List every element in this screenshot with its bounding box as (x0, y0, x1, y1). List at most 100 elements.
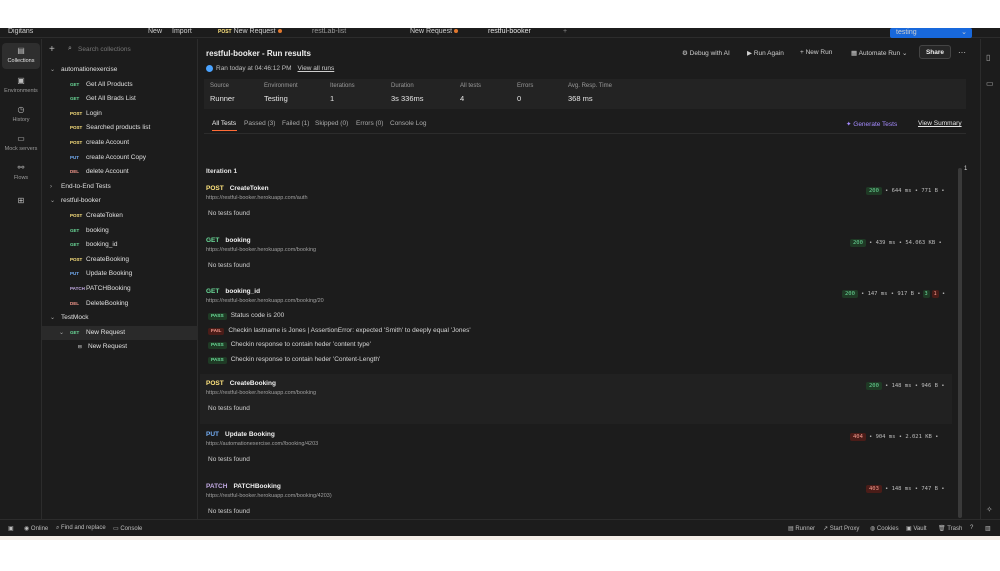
sidebar-request[interactable]: GET booking (42, 224, 198, 238)
tab-runner-results[interactable]: restful-booker (488, 28, 531, 35)
docs-icon[interactable]: ▯ (986, 53, 990, 62)
sidebar-request[interactable]: PUT create Account Copy (42, 151, 198, 165)
sidebar-request[interactable]: POST create Account (42, 136, 198, 150)
request-result[interactable]: GET booking https://restful-booker.herokua… (200, 231, 952, 281)
new-run-button[interactable]: + New Run (800, 49, 832, 56)
more-dot-icon[interactable]: • (938, 188, 944, 194)
rail-configure[interactable]: ⊞ (2, 193, 40, 219)
request-result[interactable]: POST CreateBooking https://restful-booker.… (200, 373, 952, 424)
chevron-down-icon[interactable]: ⌄ (50, 194, 55, 208)
more-dot-icon[interactable]: • (932, 434, 938, 440)
tab-request-1[interactable]: POST New Request (218, 28, 282, 35)
debug-with-ai-button[interactable]: ⚙ Debug with AI (682, 49, 730, 57)
rail-collections[interactable]: ▤ Collections (2, 43, 40, 69)
more-dot-icon[interactable]: • (935, 240, 941, 246)
results-scrollbar[interactable] (958, 168, 962, 518)
automate-run-button[interactable]: ▦ Automate Run ⌄ (851, 49, 907, 57)
more-dot-icon[interactable]: • (938, 486, 944, 492)
ai-icon[interactable]: ✧ (986, 505, 993, 514)
sidebar-request[interactable]: POST CreateToken (42, 209, 198, 223)
more-options-icon[interactable]: ⋯ (958, 48, 966, 57)
workspace-name[interactable]: Digitans (8, 28, 33, 35)
sidebar-request[interactable]: DEL delete Account (42, 165, 198, 179)
request-label: delete Account (86, 168, 129, 176)
runner-button[interactable]: ▤ Runner (788, 525, 815, 532)
sidebar-request[interactable]: POST Login (42, 107, 198, 121)
share-button[interactable]: Share (919, 45, 951, 59)
sidebar-request[interactable]: GET Get All Brads List (42, 92, 198, 106)
test-name: Checkin response to contain heder 'Conte… (230, 355, 381, 363)
summary-all-tests: All tests 4 (460, 83, 482, 103)
response-size: 917 B (897, 291, 914, 297)
sparkle-icon: ✦ (846, 121, 852, 128)
cookies-button[interactable]: ◍ Cookies (870, 525, 899, 532)
sidebar-folder[interactable]: ⌄ restful-booker (42, 194, 198, 208)
test-result: PASS Status code is 200 (208, 312, 284, 320)
request-result[interactable]: PATCH PATCHBooking https://restful-booker.… (200, 477, 952, 520)
add-tab-icon[interactable]: + (563, 28, 567, 35)
sidebar-request[interactable]: PATCH PATCHBooking (42, 282, 198, 296)
tab-all-tests[interactable]: All Tests (212, 120, 236, 127)
iteration-page-indicator[interactable]: 1 (964, 166, 967, 172)
sidebar-folder[interactable]: › End-to-End Tests (42, 180, 198, 194)
sidebar-request[interactable]: GET booking_id (42, 238, 198, 252)
tab-passed[interactable]: Passed (3) (244, 120, 275, 127)
method-badge: GET (70, 227, 80, 233)
sidebar-request[interactable]: POST Searched products list (42, 121, 198, 135)
run-again-button[interactable]: ▶ Run Again (747, 49, 784, 57)
request-result[interactable]: GET booking_id https://restful-booker.hero… (200, 282, 952, 372)
console-button[interactable]: ▭ Console (113, 525, 142, 532)
sidebar-folder[interactable]: ⌄ automationexercise (42, 63, 198, 77)
start-proxy-button[interactable]: ↗ Start Proxy (823, 525, 859, 532)
sidebar-request[interactable]: DEL DeleteBooking (42, 297, 198, 311)
new-button[interactable]: New (148, 28, 162, 35)
view-summary-link[interactable]: View Summary (918, 120, 962, 127)
chevron-right-icon[interactable]: › (50, 180, 52, 194)
help-icon[interactable]: ? (970, 525, 973, 531)
test-name: Status code is 200 (230, 312, 285, 319)
sidebar-folder[interactable]: ⌄ TestMock (42, 311, 198, 325)
configure-icon: ⊞ (17, 196, 25, 205)
environment-select[interactable]: testing ⌄ (890, 28, 972, 38)
tab-console-log[interactable]: Console Log (390, 120, 427, 127)
more-dot-icon[interactable]: • (939, 291, 945, 297)
response-meta: 200 • 147 ms • 917 B • 3 1 • (842, 290, 945, 298)
trash-button[interactable]: 🗑 Trash (938, 525, 962, 532)
chevron-down-icon[interactable]: ⌄ (59, 326, 64, 340)
import-button[interactable]: Import (172, 28, 192, 35)
sidebar-request[interactable]: GET Get All Products (42, 78, 198, 92)
sidebar-request[interactable]: ⊟ New Request (42, 340, 198, 354)
tab-request-2[interactable]: restLab-list (312, 28, 346, 35)
rail-flows[interactable]: ⚯ Flows (2, 160, 40, 186)
rail-history[interactable]: ◷ History (2, 102, 40, 128)
rail-mock-servers[interactable]: ▭ Mock servers (2, 131, 40, 157)
vault-button[interactable]: ▣ Vault (906, 525, 927, 532)
tab-skipped[interactable]: Skipped (0) (315, 120, 348, 127)
tab-failed[interactable]: Failed (1) (282, 120, 309, 127)
rail-environments[interactable]: ▣ Environments (2, 73, 40, 99)
sidebar-request[interactable]: ⌄ GET New Request (42, 325, 198, 340)
tab-request-3[interactable]: New Request (410, 28, 458, 35)
sidebar-request[interactable]: PUT Update Booking (42, 267, 198, 281)
method-badge: PATCH (70, 286, 85, 291)
layout-icon[interactable]: ▥ (985, 525, 991, 532)
view-all-runs-link[interactable]: View all runs (298, 65, 335, 72)
chevron-down-icon: ⌄ (961, 29, 967, 36)
find-replace-button[interactable]: ⌕ Find and replace (56, 525, 106, 532)
unsaved-dot-icon (277, 29, 282, 33)
request-result[interactable]: PUT Update Booking https://automationexerc… (200, 425, 952, 475)
more-dot-icon[interactable]: • (938, 383, 944, 389)
request-result[interactable]: POST CreateToken https://restful-booker.he… (200, 179, 952, 229)
chevron-down-icon[interactable]: ⌄ (50, 311, 55, 325)
toggle-sidebar-icon[interactable]: ▣ (8, 525, 14, 532)
search-collections-input[interactable]: Search collections (64, 44, 194, 55)
add-collection-icon[interactable]: + (49, 45, 55, 55)
tab-errors[interactable]: Errors (0) (356, 120, 383, 127)
sidebar-request[interactable]: POST CreateBooking (42, 253, 198, 267)
response-meta: 200 • 439 ms • 54.063 KB • (850, 238, 942, 247)
online-status[interactable]: ◉ Online (24, 525, 48, 532)
test-result: PASS Checkin response to contain heder 'c… (208, 341, 371, 350)
comments-icon[interactable]: ▭ (986, 79, 994, 88)
generate-tests-button[interactable]: ✦ Generate Tests (846, 120, 897, 128)
chevron-down-icon[interactable]: ⌄ (50, 63, 55, 77)
